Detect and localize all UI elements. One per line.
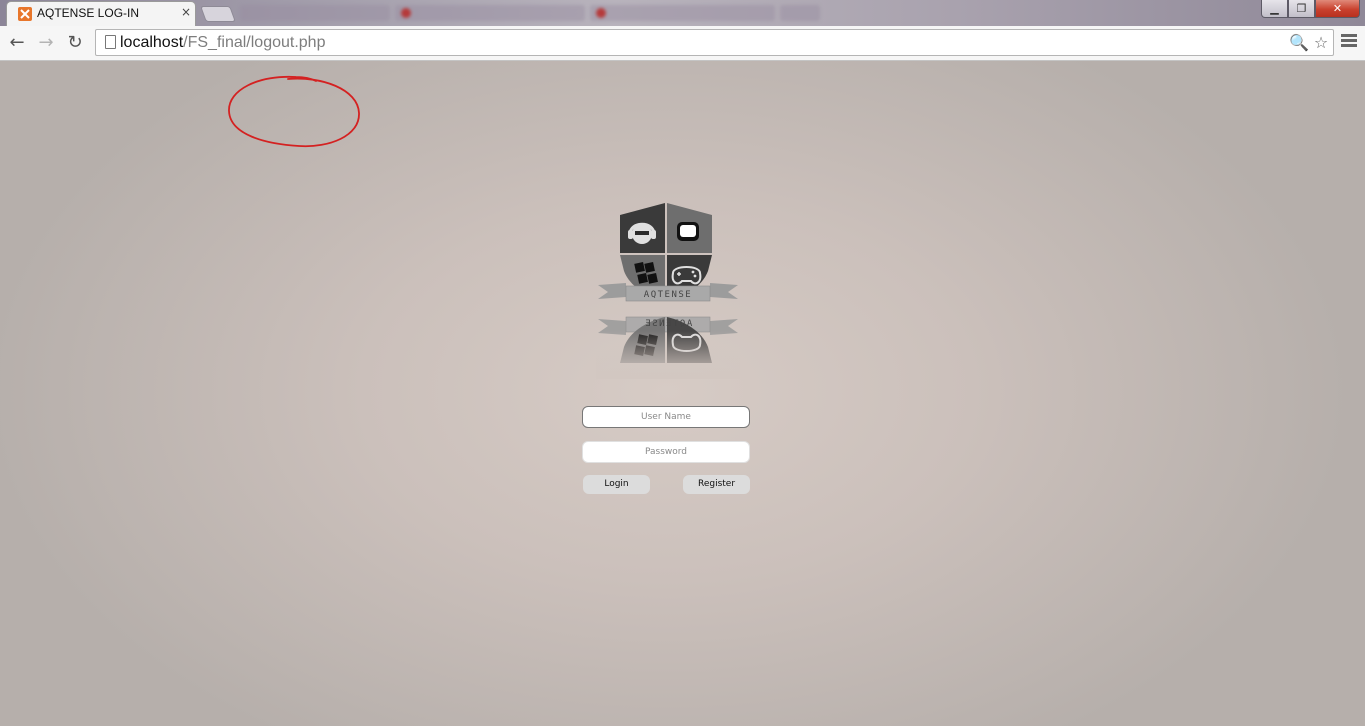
red-circle-annotation (228, 75, 360, 148)
forward-arrow-icon[interactable]: → (36, 33, 56, 53)
minimize-button[interactable]: ▁ (1261, 0, 1288, 18)
xampp-icon (18, 7, 32, 21)
register-button[interactable]: Register (683, 475, 750, 494)
url-host: localhost (120, 34, 184, 51)
page-content: AQTENSE AQTENSE User Name Password Login… (0, 61, 1365, 726)
title-bar: AQTENSE LOG-IN × ▁ ❐ ✕ (0, 0, 1365, 26)
login-button[interactable]: Login (583, 475, 650, 494)
logo-text-reflection: AQTENSE (644, 319, 692, 329)
aqtense-shield-logo: AQTENSE AQTENSE (596, 203, 740, 379)
menu-icon[interactable] (1341, 34, 1357, 50)
background-tab[interactable] (240, 5, 390, 21)
username-input[interactable]: User Name (582, 406, 750, 428)
password-input[interactable]: Password (582, 441, 750, 463)
maximize-button[interactable]: ❐ (1288, 0, 1315, 18)
tab-title: AQTENSE LOG-IN (37, 6, 140, 20)
browser-toolbar: ← → ↻ localhost/FS_final/logout.php 🔍 ☆ (0, 26, 1365, 61)
back-arrow-icon[interactable]: ← (7, 33, 27, 53)
url-path: /FS_final/logout.php (183, 34, 326, 51)
star-icon[interactable]: ☆ (1311, 33, 1331, 53)
address-bar[interactable]: localhost/FS_final/logout.php 🔍 ☆ (95, 29, 1334, 56)
background-tab[interactable] (395, 5, 585, 21)
url-text[interactable]: localhost/FS_final/logout.php (120, 34, 325, 52)
page-icon (105, 35, 116, 49)
logo-text: AQTENSE (644, 290, 692, 300)
background-tab[interactable] (780, 5, 820, 21)
reload-icon[interactable]: ↻ (65, 33, 85, 53)
tab-aqtense-login[interactable]: AQTENSE LOG-IN × (6, 1, 196, 26)
background-tab[interactable] (590, 5, 775, 21)
new-tab-button[interactable] (200, 6, 236, 22)
close-tab-icon[interactable]: × (179, 5, 193, 19)
close-window-button[interactable]: ✕ (1315, 0, 1360, 18)
search-icon[interactable]: 🔍 (1289, 33, 1309, 53)
